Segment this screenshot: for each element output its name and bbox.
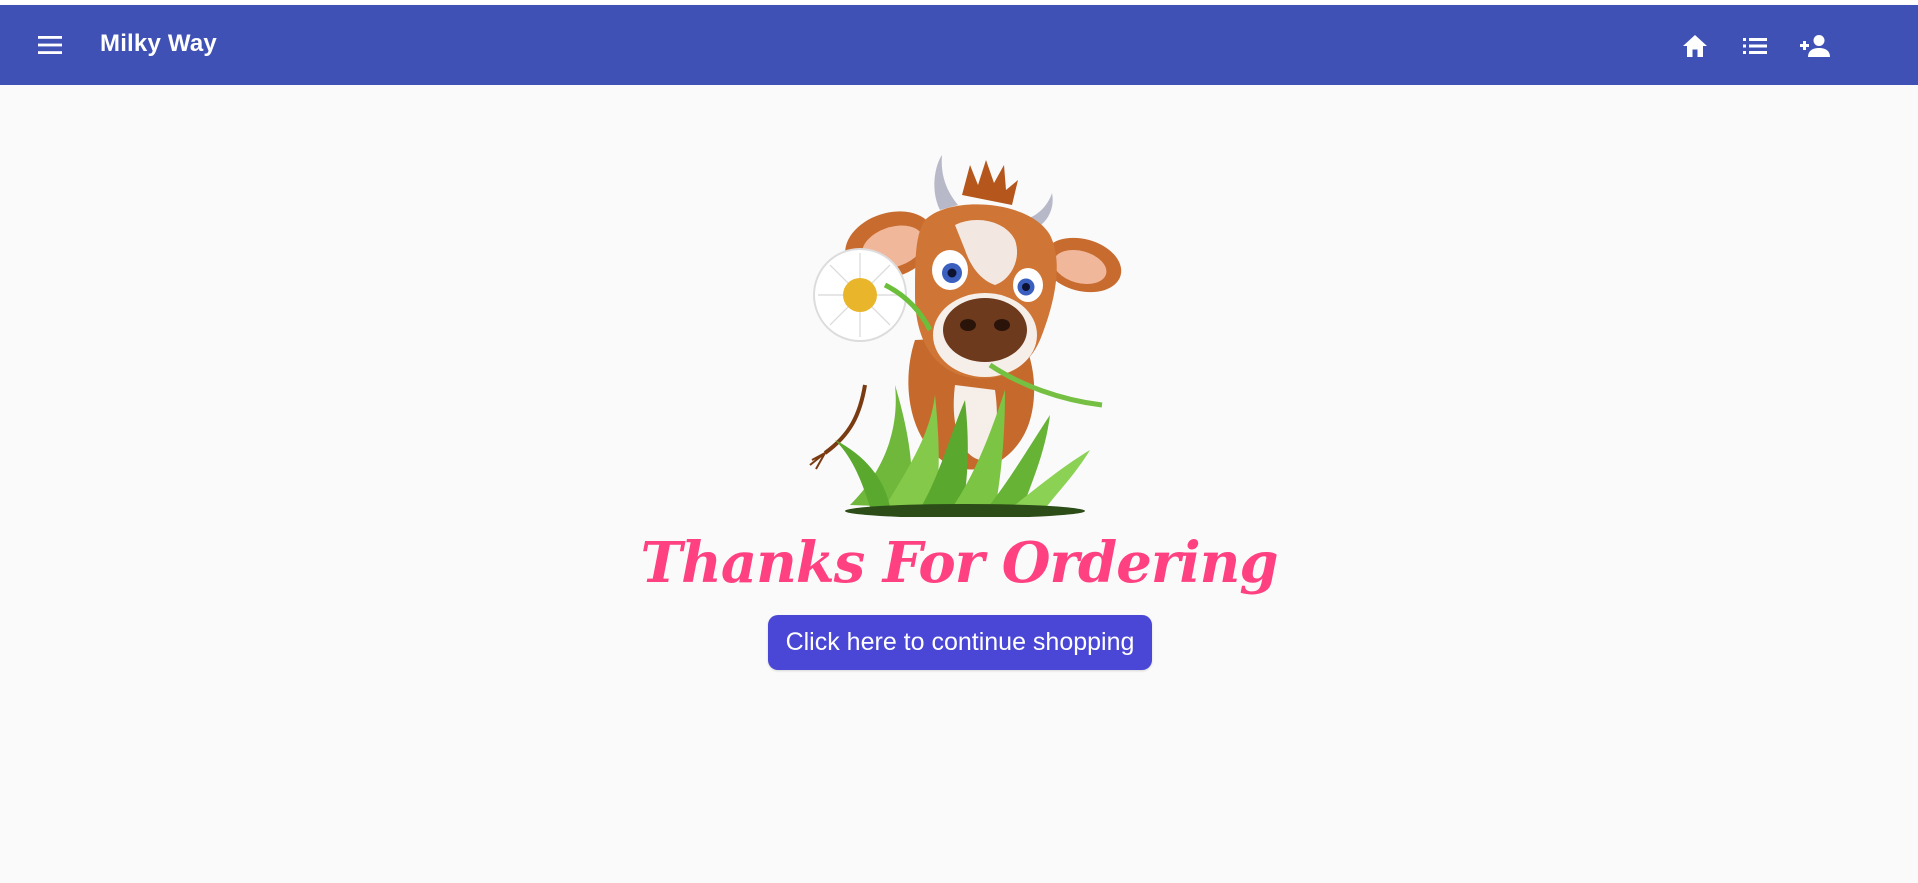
home-icon	[1683, 35, 1707, 57]
cow-illustration	[809, 155, 1122, 517]
page: Milky Way Thanks For Ordering Click here…	[0, 0, 1918, 883]
home-button[interactable]	[1678, 31, 1712, 61]
thanks-heading: Thanks For Ordering	[640, 530, 1279, 596]
list-icon	[1743, 38, 1767, 54]
register-button[interactable]	[1798, 31, 1832, 61]
orders-list-button[interactable]	[1738, 31, 1772, 61]
main-content: Thanks For Ordering Click here to contin…	[0, 85, 1918, 883]
menu-icon	[38, 36, 62, 54]
menu-button[interactable]	[34, 27, 66, 63]
app-title[interactable]: Milky Way	[100, 32, 217, 56]
top-toolbar: Milky Way	[0, 5, 1918, 85]
person-add-icon	[1800, 35, 1830, 57]
continue-shopping-button[interactable]: Click here to continue shopping	[768, 615, 1152, 670]
